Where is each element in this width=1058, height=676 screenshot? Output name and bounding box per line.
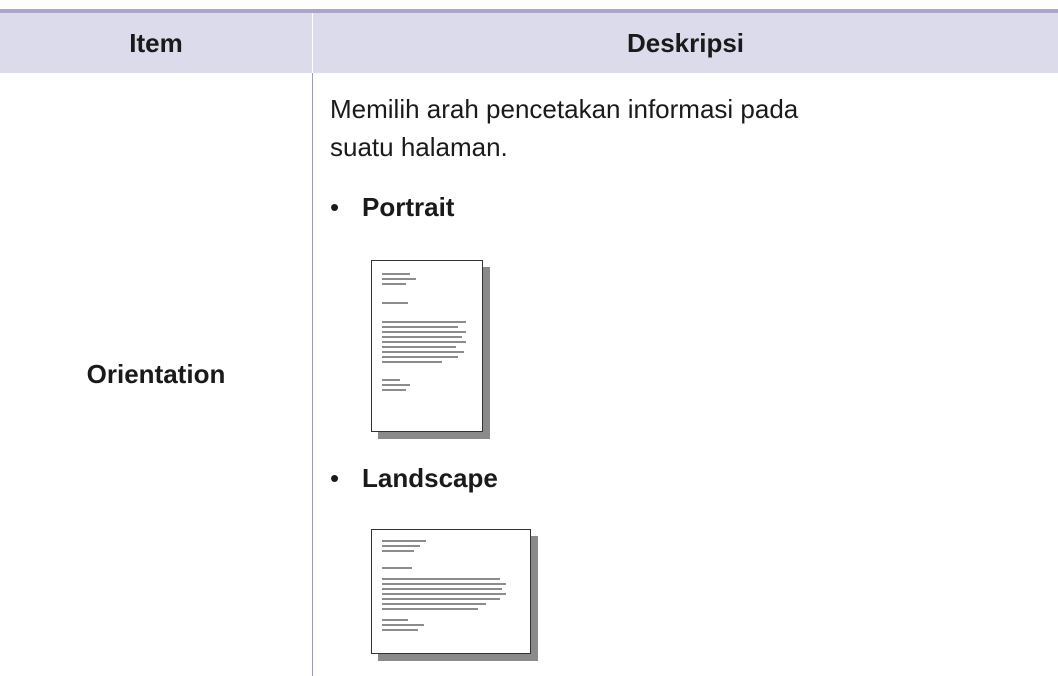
page-text-line — [382, 361, 442, 363]
option-label-landscape: Landscape — [362, 463, 498, 493]
page-text-line — [382, 603, 486, 605]
page-text-line — [382, 598, 500, 600]
page-text-line — [382, 351, 464, 353]
page-text-line — [382, 278, 416, 280]
column-divider — [312, 73, 313, 676]
page-text-line — [382, 302, 408, 304]
page-text-line — [382, 389, 406, 391]
table-header-row: Item Deskripsi — [0, 13, 1058, 73]
page-text-line — [382, 540, 426, 542]
portrait-page-icon — [371, 260, 483, 432]
page-text-line — [382, 341, 466, 343]
settings-table: Item Deskripsi Orientation Memilih arah … — [0, 9, 1058, 676]
page-text-line — [382, 384, 410, 386]
page-text-line — [382, 326, 458, 328]
page-text-line — [382, 545, 420, 547]
page-text-line — [382, 336, 462, 338]
description-text: Memilih arah pencetakan informasi pada s… — [330, 94, 799, 162]
option-label-portrait: Portrait — [362, 192, 455, 222]
page-text-line — [382, 567, 412, 569]
bullet-icon: • — [330, 463, 340, 493]
page-text-line — [382, 283, 406, 285]
option-landscape: • Landscape — [330, 462, 498, 494]
page-text-line — [382, 624, 424, 626]
description-cell: Memilih arah pencetakan informasi pada s… — [330, 73, 1030, 676]
page-text-line — [382, 346, 456, 348]
bullet-icon: • — [330, 192, 340, 222]
item-cell-orientation: Orientation — [86, 359, 226, 389]
page-text-line — [382, 321, 466, 323]
page-text-line — [382, 583, 506, 585]
page-text-line — [382, 588, 502, 590]
page-text-line — [382, 331, 466, 333]
landscape-page-icon — [371, 529, 531, 654]
page-text-line — [382, 629, 418, 631]
header-item: Item — [129, 27, 183, 58]
page-text-line — [382, 593, 506, 595]
option-portrait: • Portrait — [330, 191, 454, 223]
page-text-line — [382, 356, 458, 358]
page-text-line — [382, 608, 478, 610]
page-text-line — [382, 578, 500, 580]
page-text-line — [382, 619, 408, 621]
page-text-line — [382, 273, 410, 275]
page-text-line — [382, 379, 400, 381]
header-description: Deskripsi — [626, 27, 745, 58]
page-text-line — [382, 550, 414, 552]
